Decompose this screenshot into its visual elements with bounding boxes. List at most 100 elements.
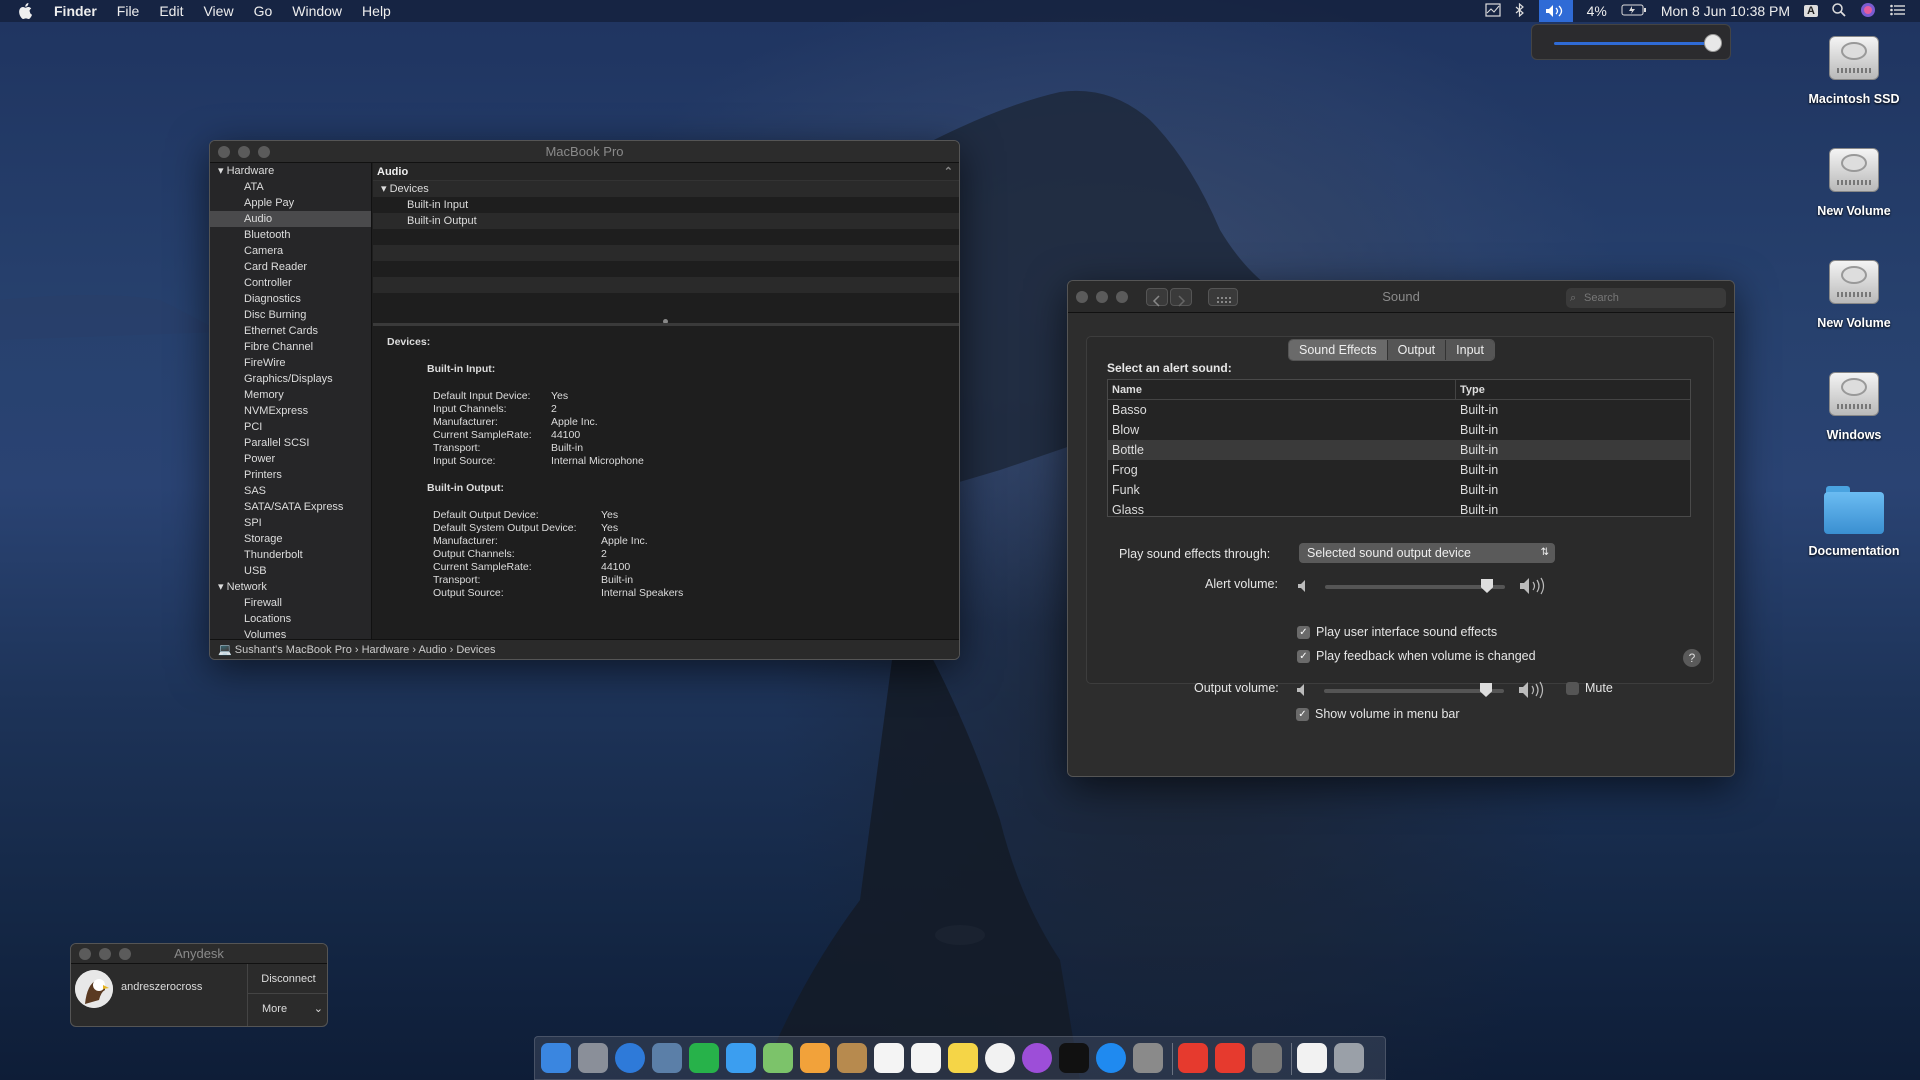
sidebar-item-firewire[interactable]: FireWire (210, 355, 371, 371)
sidebar-item-apple-pay[interactable]: Apple Pay (210, 195, 371, 211)
launchpad-icon[interactable] (578, 1043, 608, 1073)
battery-percent[interactable]: 4% (1587, 3, 1607, 19)
output-volume-knob[interactable] (1480, 683, 1492, 697)
menu-view[interactable]: View (203, 3, 233, 19)
mute-checkbox[interactable]: Mute (1566, 681, 1613, 695)
menu-help[interactable]: Help (362, 3, 391, 19)
safari-icon[interactable] (615, 1043, 645, 1073)
sidebar-item-card-reader[interactable]: Card Reader (210, 259, 371, 275)
volume-menu-icon[interactable] (1538, 0, 1573, 22)
minimize-button[interactable] (238, 146, 250, 158)
disconnect-button[interactable]: Disconnect (248, 964, 327, 994)
contacts-icon[interactable] (837, 1043, 867, 1073)
sidebar-item-memory[interactable]: Memory (210, 387, 371, 403)
podcasts-icon[interactable] (1022, 1043, 1052, 1073)
apple-tv-icon[interactable] (1059, 1043, 1089, 1073)
menu-app-finder[interactable]: Finder (54, 3, 97, 19)
menu-clock[interactable]: Mon 8 Jun 10:38 PM (1661, 3, 1790, 19)
battery-icon[interactable] (1621, 3, 1647, 19)
list-item-built-in-input[interactable]: Built-in Input (373, 197, 959, 213)
music-icon[interactable] (985, 1043, 1015, 1073)
close-button[interactable] (1076, 291, 1088, 303)
play-through-select[interactable]: Selected sound output device ⇅ (1299, 543, 1555, 563)
menu-window[interactable]: Window (292, 3, 342, 19)
messages-icon[interactable] (726, 1043, 756, 1073)
table-row[interactable]: Bottle Built-in (1108, 440, 1690, 460)
list-group-devices[interactable]: ▾ Devices (373, 181, 959, 197)
column-type-header[interactable]: Type (1456, 380, 1485, 399)
system-preferences-icon[interactable] (1133, 1043, 1163, 1073)
sidebar-item-volumes[interactable]: Volumes (210, 627, 371, 639)
minimize-button[interactable] (1096, 291, 1108, 303)
search-input[interactable]: ⌕ Search (1566, 288, 1726, 308)
notification-center-icon[interactable] (1890, 3, 1906, 19)
input-source-icon[interactable]: A (1804, 5, 1818, 17)
menu-edit[interactable]: Edit (159, 3, 183, 19)
zoom-button[interactable] (258, 146, 270, 158)
sidebar-item-spi[interactable]: SPI (210, 515, 371, 531)
sidebar-item-ata[interactable]: ATA (210, 179, 371, 195)
sidebar-item-usb[interactable]: USB (210, 563, 371, 579)
menu-go[interactable]: Go (254, 3, 273, 19)
more-button[interactable]: More ⌄ (248, 994, 327, 1024)
ui-sounds-checkbox[interactable]: ✓ Play user interface sound effects (1297, 625, 1497, 639)
activity-monitor-icon[interactable] (1485, 2, 1501, 20)
window-titlebar[interactable]: MacBook Pro (210, 141, 959, 163)
list-item-built-in-output[interactable]: Built-in Output (373, 213, 959, 229)
bluetooth-icon[interactable] (1515, 2, 1525, 20)
desktop-icon-macintosh-ssd[interactable]: Macintosh SSD (1794, 30, 1914, 106)
tab-input[interactable]: Input (1446, 340, 1494, 360)
sidebar-item-fibre-channel[interactable]: Fibre Channel (210, 339, 371, 355)
anydesk-icon[interactable] (1178, 1043, 1208, 1073)
window-titlebar[interactable]: Sound ⌕ Search (1068, 281, 1734, 313)
calendar-icon[interactable] (874, 1043, 904, 1073)
tab-sound-effects[interactable]: Sound Effects (1289, 340, 1388, 360)
sidebar-item-controller[interactable]: Controller (210, 275, 371, 291)
column-name-header[interactable]: Name (1108, 380, 1456, 399)
checkbox-box[interactable]: ✓ (1297, 649, 1310, 663)
facetime-icon[interactable] (689, 1043, 719, 1073)
sidebar-item-sata-sata-express[interactable]: SATA/SATA Express (210, 499, 371, 515)
path-text[interactable]: Sushant's MacBook Pro › Hardware › Audio… (235, 644, 496, 656)
table-row[interactable]: Blow Built-in (1108, 420, 1690, 440)
minimize-button[interactable] (99, 948, 111, 960)
sidebar-item-printers[interactable]: Printers (210, 467, 371, 483)
disclosure-triangle-icon[interactable]: ▾ (218, 581, 227, 593)
sidebar-item-hardware[interactable]: ▾ Hardware (210, 163, 371, 179)
sidebar-item-ethernet-cards[interactable]: Ethernet Cards (210, 323, 371, 339)
zoom-button[interactable] (119, 948, 131, 960)
sidebar-item-camera[interactable]: Camera (210, 243, 371, 259)
desktop-icon-new-volume-1[interactable]: New Volume (1794, 142, 1914, 218)
automator-icon[interactable] (1252, 1043, 1282, 1073)
notes-icon[interactable] (948, 1043, 978, 1073)
app-store-icon[interactable] (1096, 1043, 1126, 1073)
sidebar-item-thunderbolt[interactable]: Thunderbolt (210, 547, 371, 563)
show-all-grid-icon[interactable] (1208, 288, 1238, 306)
tab-output[interactable]: Output (1387, 340, 1447, 360)
sidebar-item-nvmexpress[interactable]: NVMExpress (210, 403, 371, 419)
table-row[interactable]: Glass Built-in (1108, 500, 1690, 516)
volume-menu-slider-knob[interactable] (1704, 34, 1722, 52)
maps-icon[interactable] (763, 1043, 793, 1073)
photos-icon[interactable] (800, 1043, 830, 1073)
checkbox-box[interactable]: ✓ (1297, 625, 1310, 639)
menu-file[interactable]: File (117, 3, 140, 19)
show-volume-checkbox[interactable]: ✓ Show volume in menu bar (1296, 707, 1460, 721)
back-button[interactable] (1146, 288, 1168, 307)
siri-icon[interactable] (1860, 2, 1876, 21)
table-row[interactable]: Frog Built-in (1108, 460, 1690, 480)
help-button[interactable]: ? (1683, 649, 1701, 667)
desktop-icon-documentation[interactable]: Documentation (1794, 486, 1914, 558)
alert-volume-slider[interactable] (1325, 579, 1505, 593)
close-button[interactable] (218, 146, 230, 158)
checkbox-box[interactable] (1566, 681, 1579, 695)
apple-menu-icon[interactable] (18, 3, 38, 19)
forward-button[interactable] (1170, 288, 1192, 307)
desktop-icon-windows[interactable]: Windows (1794, 366, 1914, 442)
checkbox-box[interactable]: ✓ (1296, 707, 1309, 721)
sidebar-item-pci[interactable]: PCI (210, 419, 371, 435)
sidebar-item-audio[interactable]: Audio (210, 211, 371, 227)
list-header[interactable]: Audio ⌃ (373, 163, 959, 181)
alert-volume-knob[interactable] (1481, 579, 1493, 593)
sidebar-item-storage[interactable]: Storage (210, 531, 371, 547)
